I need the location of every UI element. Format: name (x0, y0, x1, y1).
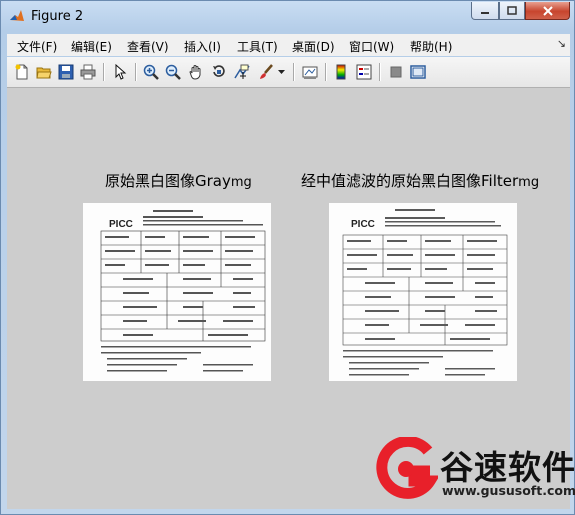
rotate-3d-icon[interactable] (210, 63, 228, 81)
right-plot-title: 经中值滤波的原始黑白图像Filtermg (301, 172, 540, 190)
pan-hand-icon[interactable] (187, 63, 205, 81)
maximize-button[interactable] (499, 2, 525, 20)
left-document-image: PICC (100, 210, 266, 372)
link-plot-icon[interactable] (301, 63, 319, 81)
select-arrow-icon[interactable] (111, 63, 129, 81)
menu-insert[interactable]: 插入(I) (184, 38, 221, 55)
menu-window[interactable]: 窗口(W) (349, 38, 394, 55)
show-plot-tools-icon[interactable] (409, 63, 427, 81)
menu-tools[interactable]: 工具(T) (237, 38, 278, 55)
zoom-out-icon[interactable] (164, 63, 182, 81)
close-button[interactable] (525, 2, 570, 20)
left-image-axes[interactable]: PICC (83, 203, 271, 381)
dropdown-arrow-icon[interactable] (277, 63, 287, 81)
menu-bar: 文件(F) 编辑(E) 查看(V) 插入(I) 工具(T) 桌面(D) 窗口(W… (7, 34, 570, 56)
menu-view[interactable]: 查看(V) (127, 38, 169, 55)
right-document-image: PICC (342, 209, 508, 376)
left-doc-header: PICC (109, 219, 133, 230)
colorbar-icon[interactable] (332, 63, 350, 81)
maximize-icon (507, 6, 517, 15)
window-title: Figure 2 (31, 9, 84, 24)
right-doc-header: PICC (351, 219, 375, 230)
logo-g-icon (376, 437, 438, 499)
legend-icon[interactable] (355, 63, 373, 81)
dock-arrow-icon[interactable]: ↘ (557, 37, 566, 50)
menu-help[interactable]: 帮助(H) (410, 38, 452, 55)
close-icon (542, 5, 553, 16)
menu-desktop[interactable]: 桌面(D) (292, 38, 335, 55)
open-file-icon[interactable] (35, 63, 53, 81)
minimize-button[interactable] (471, 2, 499, 20)
watermark-text: 谷速软件 (440, 448, 575, 487)
save-icon[interactable] (57, 63, 75, 81)
zoom-in-icon[interactable] (142, 63, 160, 81)
title-bar[interactable]: Figure 2 (1, 1, 575, 32)
brush-icon[interactable] (257, 63, 275, 81)
right-image-axes[interactable]: PICC (329, 203, 517, 381)
figure-toolbar (7, 57, 570, 88)
data-cursor-icon[interactable] (233, 63, 251, 81)
left-plot-title: 原始黑白图像Graymg (105, 172, 252, 190)
menu-edit[interactable]: 编辑(E) (71, 38, 112, 55)
figure-window: Figure 2 文件(F) 编辑(E) 查看(V) 插入(I) 工具(T) 桌… (0, 0, 575, 515)
figure-canvas: 原始黑白图像Graymg 经中值滤波的原始黑白图像Filtermg PICC P… (7, 88, 575, 509)
menu-file[interactable]: 文件(F) (17, 38, 57, 55)
watermark-url: www.gususoft.com (442, 483, 575, 498)
watermark-logo: 谷速软件 www.gususoft.com (374, 435, 575, 503)
minimize-icon (481, 11, 489, 14)
print-icon[interactable] (79, 63, 97, 81)
new-figure-icon[interactable] (13, 63, 31, 81)
matlab-icon (10, 10, 24, 21)
hide-plot-tools-icon[interactable] (387, 63, 405, 81)
